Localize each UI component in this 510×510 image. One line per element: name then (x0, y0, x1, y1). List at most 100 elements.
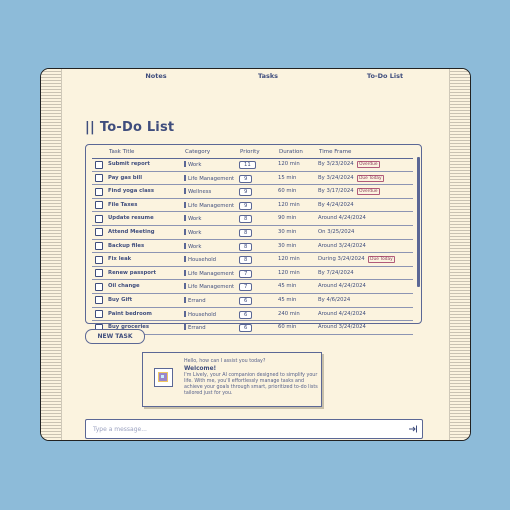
task-duration: 120 min (278, 256, 300, 263)
table-row[interactable]: Fix leak Household 8 120 min During 3/24/202… (92, 253, 413, 267)
new-task-button[interactable]: NEW TASK (85, 329, 145, 344)
task-title: Backup files (108, 242, 145, 249)
task-priority: 8 (239, 256, 253, 265)
right-rail-decoration (449, 69, 470, 440)
task-category: Life Management (184, 201, 235, 209)
task-timeframe-label: By 4/24/2024 (318, 201, 354, 208)
table-header: Task Title Category Priority Duration Ti… (86, 147, 415, 157)
task-title: Fix leak (108, 256, 132, 263)
category-marker-icon (184, 201, 186, 208)
task-duration: 120 min (278, 269, 300, 276)
task-checkbox[interactable] (95, 160, 103, 169)
category-marker-icon (184, 324, 186, 331)
table-row[interactable]: Paint bedroom Household 6 240 min Around 4/2… (92, 308, 413, 322)
table-row[interactable]: Submit report Work 11 120 min By 3/23/2024 Ov… (92, 158, 413, 172)
task-category: Life Management (184, 283, 234, 290)
task-category: Work (184, 228, 201, 236)
task-priority: 8 (239, 242, 253, 251)
task-title: Oil change (108, 283, 140, 290)
task-checkbox[interactable] (95, 282, 103, 291)
task-checkbox[interactable] (95, 201, 103, 210)
col-header-category[interactable]: Category (185, 149, 210, 155)
nav-notes[interactable]: Notes (145, 72, 166, 80)
nav-todo-list[interactable]: To-Do List (367, 72, 403, 80)
task-checkbox[interactable] (95, 269, 103, 278)
table-row[interactable]: Renew passport Life Management 7 120 min By … (92, 267, 413, 281)
task-title: Attend Meeting (108, 228, 155, 235)
task-timeframe-label: Around 3/24/2024 (318, 324, 366, 331)
send-icon[interactable] (408, 424, 418, 434)
task-category: Life Management (184, 174, 234, 182)
table-row[interactable]: Update resume Work 8 90 min Around 4/24/2024 (92, 212, 413, 226)
task-checkbox[interactable] (95, 242, 103, 251)
task-priority: 7 (239, 269, 253, 278)
task-duration: 30 min (278, 242, 297, 249)
task-category: Household (184, 310, 217, 318)
task-priority: 9 (239, 188, 253, 197)
task-timeframe-label: Around 3/24/2024 (318, 242, 366, 249)
task-category-label: Wellness (188, 189, 212, 196)
task-title: Buy Gift (108, 296, 133, 303)
category-marker-icon (184, 310, 186, 317)
page-title: || To-Do List (85, 120, 174, 135)
task-category: Household (184, 256, 216, 263)
task-timeframe-label: Around 4/24/2024 (318, 283, 366, 290)
table-row[interactable]: Oil change Life Management 7 45 min Around 4… (92, 280, 413, 294)
task-category-label: Work (188, 216, 202, 223)
category-marker-icon (184, 269, 186, 276)
task-timeframe-label: By 3/17/2024 (318, 188, 354, 195)
col-header-priority[interactable]: Priority (240, 149, 260, 155)
task-checkbox[interactable] (95, 255, 103, 264)
table-row[interactable]: File Taxes Life Management 9 120 min By 4/24… (92, 199, 413, 213)
task-category: Work (184, 242, 201, 250)
task-checkbox[interactable] (95, 214, 103, 223)
task-category-label: Life Management (188, 202, 235, 209)
task-priority: 9 (239, 201, 253, 210)
title-bars-icon: || (85, 120, 95, 135)
task-checkbox[interactable] (95, 310, 103, 319)
task-timeframe: Around 3/24/2024 (318, 243, 366, 249)
task-timeframe: By 7/24/2024 (318, 270, 354, 276)
task-timeframe-label: Around 4/24/2024 (318, 215, 366, 222)
category-marker-icon (184, 242, 186, 249)
category-marker-icon (184, 215, 186, 222)
task-priority: 6 (239, 324, 253, 333)
col-header-duration[interactable]: Duration (279, 149, 303, 155)
task-duration: 15 min (278, 174, 297, 181)
table-scrollbar[interactable] (417, 157, 420, 287)
task-checkbox[interactable] (95, 296, 103, 305)
task-timeframe: By 4/24/2024 (318, 202, 354, 208)
task-title: Find yoga class (108, 188, 154, 195)
task-checkbox[interactable] (95, 174, 103, 183)
task-category-label: Household (188, 311, 217, 318)
task-priority: 8 (239, 215, 253, 224)
task-checkbox[interactable] (95, 187, 103, 196)
task-category: Life Management (184, 269, 235, 277)
assistant-message: Hello, how can I assist you today? Welco… (184, 359, 319, 397)
task-timeframe: Around 4/24/2024 (318, 215, 366, 221)
task-timeframe-label: Around 4/24/2024 (318, 310, 366, 317)
task-timeframe: By 3/24/2024 Due Today (318, 174, 385, 182)
task-timeframe: Around 3/24/2024 (318, 324, 366, 330)
task-category: Work (184, 161, 201, 168)
table-row[interactable]: Pay gas bill Life Management 9 15 min By 3/2… (92, 172, 413, 186)
table-row[interactable]: Find yoga class Wellness 9 60 min By 3/17/20… (92, 185, 413, 199)
table-row[interactable]: Backup files Work 8 30 min Around 3/24/2024 (92, 240, 413, 254)
task-timeframe: Around 4/24/2024 (318, 283, 366, 289)
nav-tasks[interactable]: Tasks (258, 72, 278, 80)
task-title: Renew passport (108, 269, 157, 276)
task-duration: 90 min (278, 215, 297, 222)
col-header-title[interactable]: Task Title (109, 149, 134, 155)
message-input[interactable]: Type a message... (85, 419, 423, 439)
table-row[interactable]: Attend Meeting Work 8 30 min On 3/25/2024 (92, 226, 413, 240)
table-row[interactable]: Buy Gift Errand 6 45 min By 4/6/2024 (92, 294, 413, 308)
task-duration: 120 min (278, 161, 300, 167)
task-checkbox[interactable] (95, 228, 103, 237)
task-title: File Taxes (108, 201, 138, 208)
task-priority: 6 (239, 310, 253, 319)
task-priority: 7 (239, 283, 253, 292)
task-category-label: Life Management (188, 270, 235, 277)
task-priority: 9 (239, 174, 253, 183)
col-header-timeframe[interactable]: Time Frame (319, 149, 351, 155)
category-marker-icon (184, 228, 186, 235)
